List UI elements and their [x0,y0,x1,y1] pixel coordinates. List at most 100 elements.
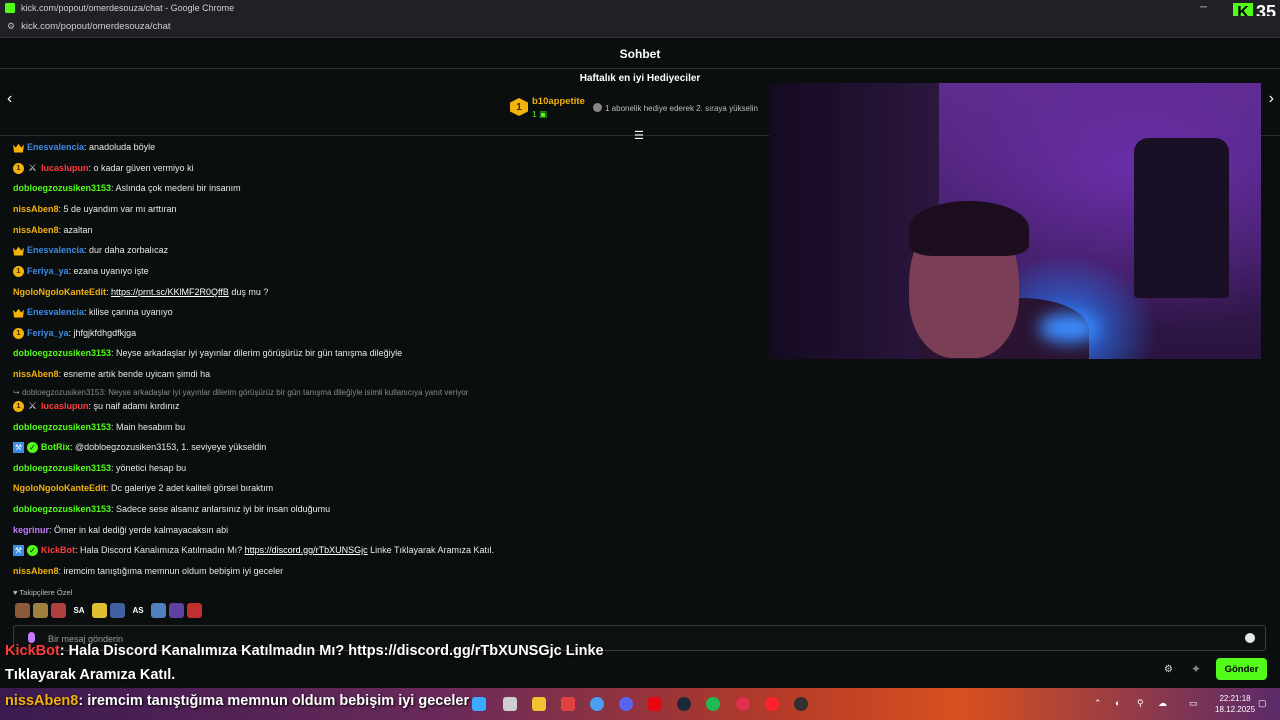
taskbar-clock[interactable]: 22:21:18 18.12.2025 [1215,693,1255,715]
chat-message: NgoloNgoloKanteEdit: Dc galeriye 2 adet … [13,481,273,495]
sword-badge-icon: ⚔ [28,162,37,174]
chat-message: dobloegzozusiken3153: Sadece sese alsanı… [13,502,330,516]
emote[interactable] [169,603,184,618]
followers-only-label: ♥ Takipçilere Özel [13,588,73,597]
gifter-count: 1 ▣ [532,109,548,119]
emote-sa[interactable]: SA [69,603,89,618]
chat-title: Sohbet [619,46,661,61]
chrome-icon[interactable] [590,697,604,711]
mod-badge-icon: ⚒ [13,544,24,556]
chat-message: dobloegzozusiken3153: yönetici hesap bu [13,461,186,475]
chat-text-after: duş mu ? [228,287,269,297]
chat-message: dobloegzozusiken3153: Neyse arkadaşlar i… [13,346,402,360]
crown-badge-icon [13,143,24,153]
chat-text: : Sadece sese alsanız anlarsınız iyi bir… [111,504,331,514]
emote[interactable] [51,603,66,618]
emote[interactable] [187,603,202,618]
chat-username[interactable]: Enesvalencia [27,245,84,255]
chat-username[interactable]: nissAben8 [13,225,59,235]
overlay-line-1: KickBot: Hala Discord Kanalımıza Katılma… [5,643,604,659]
chat-username[interactable]: dobloegzozusiken3153 [13,504,111,514]
cloud-icon[interactable]: ☁ [1158,698,1167,709]
reply-context[interactable]: ↪ dobloegzozusiken3153: Neyse arkadaşlar… [13,388,468,397]
sub-badge-icon: 1 [13,265,24,277]
chat-text: : Main hesabım bu [111,422,186,432]
sub-badge-icon: 1 [13,162,24,174]
chat-text: : azaltan [58,225,93,235]
battery-icon[interactable]: ▭ [1189,698,1198,709]
task-view-icon[interactable] [503,697,517,711]
emote[interactable] [15,603,30,618]
chat-message: nissAben8: iremcim tanıştığıma memnun ol… [13,564,283,578]
chat-link[interactable]: https://prnt.sc/KKlMF2R0QffB [111,287,229,297]
crown-badge-icon [13,308,24,318]
send-button[interactable]: Gönder [1216,658,1267,680]
emote[interactable] [33,603,48,618]
chat-message: Enesvalencia: dur daha zorbalıcaz [13,243,168,257]
chat-username[interactable]: Enesvalencia [27,307,84,317]
gift-icon: ▣ [539,109,548,119]
emote[interactable] [110,603,125,618]
start-icon[interactable] [472,697,486,711]
steam-icon[interactable] [677,697,691,711]
network-icon[interactable]: ◐ [1115,698,1120,708]
chat-text-after: Linke Tıklayarak Aramıza Katıl. [367,545,495,555]
tray-chevron-icon[interactable]: ⌃ [1094,698,1102,709]
chat-username[interactable]: dobloegzozusiken3153 [13,422,111,432]
chat-username[interactable]: Feriya_ya [27,328,69,338]
webcam-overlay [769,83,1261,359]
collapse-icon[interactable]: ☰ [634,129,644,142]
app-icon[interactable] [561,697,575,711]
emote-as[interactable]: AS [128,603,148,618]
emote[interactable] [151,603,166,618]
chat-username[interactable]: KickBot [41,545,75,555]
file-explorer-icon[interactable] [532,697,546,711]
chat-username[interactable]: NgoloNgoloKanteEdit [13,483,106,493]
chat-username[interactable]: BotRix [41,442,70,452]
chat-username[interactable]: dobloegzozusiken3153 [13,463,111,473]
chat-username[interactable]: nissAben8 [13,566,59,576]
chat-username[interactable]: dobloegzozusiken3153 [13,183,111,193]
mic-tray-icon[interactable]: ⚲ [1137,698,1144,709]
chat-username[interactable]: kegrinur [13,525,49,535]
netflix-icon[interactable] [648,697,662,711]
overlay-text-1: : Hala Discord Kanalımıza Katılmadın Mı?… [59,643,604,659]
chat-message: kegrinur: Ömer in kal dediği yerde kalma… [13,523,228,537]
chevron-left-icon[interactable]: ‹ [7,90,12,108]
emote[interactable] [92,603,107,618]
yandex-icon[interactable] [765,697,779,711]
chat-username[interactable]: lucaslupun [41,163,89,173]
app-icon-2[interactable] [794,697,808,711]
chat-username[interactable]: dobloegzozusiken3153 [13,348,111,358]
channel-points-icon[interactable]: ✦ [1191,662,1201,676]
chat-link[interactable]: https://discord.gg/rTbXUNSGjc [245,545,368,555]
address-url[interactable]: kick.com/popout/omerdesouza/chat [21,21,170,32]
chat-username[interactable]: nissAben8 [13,369,59,379]
chat-username[interactable]: nissAben8 [13,204,59,214]
site-info-icon[interactable]: ⚙ [7,21,15,32]
minimize-icon[interactable]: ─ [1200,2,1207,13]
discord-icon[interactable] [619,697,633,711]
gifter-name: b10appetite [532,96,585,107]
chat-username[interactable]: Feriya_ya [27,266,69,276]
opera-icon[interactable] [736,697,750,711]
emoji-icon[interactable] [1245,633,1255,643]
verified-badge-icon: ✓ [27,441,38,453]
gifter-hint: 1 abonelik hediye ederek 2. sıraya yükse… [593,103,758,113]
chat-message: NgoloNgoloKanteEdit: https://prnt.sc/KKl… [13,285,268,299]
spotify-icon[interactable] [706,697,720,711]
notification-icon[interactable]: ▢ [1258,698,1267,709]
gear-icon[interactable]: ⚙ [1164,664,1173,675]
microphone-icon[interactable] [28,632,35,643]
chat-message: nissAben8: 5 de uyandım var mı arttıran [13,202,177,216]
chat-username[interactable]: Enesvalencia [27,142,84,152]
address-bar[interactable]: ⚙ kick.com/popout/omerdesouza/chat [0,16,1280,38]
top-gifter[interactable]: 1 b10appetite 1 ▣ [510,96,585,120]
chat-username[interactable]: NgoloNgoloKanteEdit [13,287,106,297]
emote-bar: SA AS [15,603,202,618]
chevron-right-icon[interactable]: › [1269,90,1274,108]
info-icon [593,103,602,112]
chat-username[interactable]: lucaslupun [41,401,89,411]
chat-message: dobloegzozusiken3153: Main hesabım bu [13,420,185,434]
chat-text: : @dobloegzozusiken3153, 1. seviyeye yük… [70,442,267,452]
